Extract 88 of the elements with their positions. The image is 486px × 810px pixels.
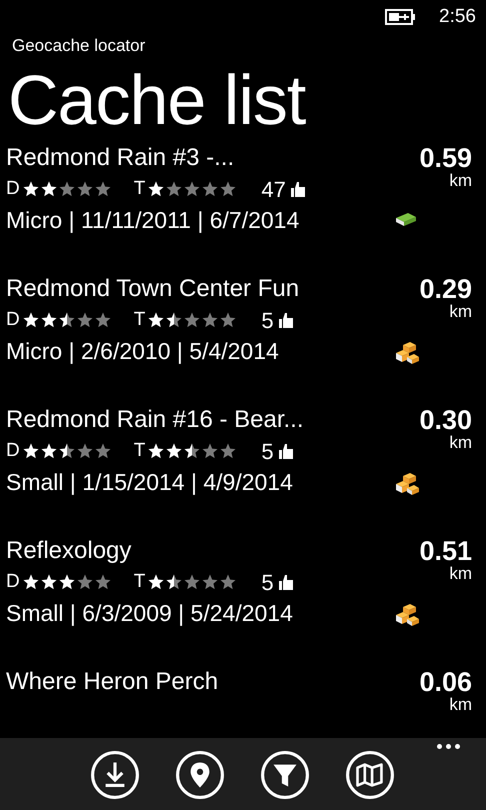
star-icon — [201, 180, 220, 198]
rating-label: T — [134, 308, 146, 332]
star-icon — [76, 442, 94, 460]
likes-count: 5 — [261, 568, 274, 596]
star-icon — [22, 573, 40, 591]
star-icon — [22, 442, 40, 460]
star-icon — [201, 311, 220, 329]
cache-name[interactable]: Redmond Rain #3 -... — [6, 142, 372, 174]
distance-unit: km — [449, 303, 472, 321]
page-title: Cache list — [7, 60, 307, 141]
rating-label: T — [134, 438, 146, 463]
rating-label: T — [134, 176, 146, 201]
star-icon — [76, 311, 94, 329]
distance-unit: km — [449, 696, 472, 714]
star-icon — [183, 180, 202, 198]
star-icon — [76, 573, 94, 591]
rating-label: T — [134, 570, 146, 594]
star-icon — [147, 573, 166, 591]
star-icon — [94, 573, 112, 591]
star-icon — [58, 311, 76, 329]
star-icon — [58, 180, 76, 198]
cache-name[interactable]: Reflexology — [6, 535, 372, 567]
distance-value: 0.59 — [419, 144, 472, 172]
star-icon — [40, 311, 58, 329]
status-time: 2:56 — [439, 4, 476, 29]
star-icon — [183, 573, 202, 591]
distance-value: 0.30 — [419, 406, 472, 434]
star-icon — [94, 311, 112, 329]
distance-value: 0.51 — [419, 537, 472, 565]
star-icon — [219, 573, 238, 591]
distance-value: 0.06 — [419, 668, 472, 696]
star-icon — [76, 180, 94, 198]
likes-count: 47 — [261, 176, 286, 204]
star-icon — [22, 311, 40, 329]
stacked-boxes-icon — [394, 341, 420, 365]
cache-details: Micro | 2/6/2010 | 5/4/2014 — [6, 337, 280, 366]
star-icon — [147, 180, 166, 198]
app-title: Geocache locator — [11, 35, 146, 57]
star-icon — [22, 180, 40, 198]
star-icon — [165, 442, 184, 460]
star-icon — [40, 442, 58, 460]
rating-label: D — [6, 308, 20, 332]
star-icon — [165, 180, 184, 198]
cache-box-icon — [394, 210, 418, 228]
distance-unit: km — [449, 434, 472, 452]
cache-details: Small | 1/15/2014 | 4/9/2014 — [6, 468, 294, 497]
thumbs-up-icon — [278, 312, 294, 328]
cache-name[interactable]: Redmond Town Center Fun — [6, 273, 372, 305]
star-icon — [201, 442, 220, 460]
more-options-button[interactable] — [435, 742, 462, 751]
cache-details: Micro | 11/11/2011 | 6/7/2014 — [6, 206, 300, 235]
star-icon — [147, 311, 166, 329]
filter-icon-button[interactable] — [260, 750, 310, 800]
thumbs-up-icon — [278, 442, 294, 460]
location-pin-icon-button[interactable] — [175, 750, 225, 800]
distance-unit: km — [449, 565, 472, 583]
star-icon — [219, 442, 238, 460]
rating-label: D — [6, 438, 20, 463]
cache-name[interactable]: Redmond Rain #16 - Bear... — [6, 404, 372, 436]
star-icon — [147, 442, 166, 460]
cache-details: Small | 6/3/2009 | 5/24/2014 — [6, 599, 294, 628]
star-icon — [219, 311, 238, 329]
stacked-boxes-icon — [394, 472, 420, 496]
star-icon — [165, 573, 184, 591]
star-icon — [183, 311, 202, 329]
star-icon — [165, 311, 184, 329]
star-icon — [94, 180, 112, 198]
map-icon-button[interactable] — [345, 750, 395, 800]
distance-value: 0.29 — [419, 275, 472, 303]
star-icon — [58, 573, 76, 591]
star-icon — [183, 442, 202, 460]
star-icon — [58, 442, 76, 460]
cache-name[interactable]: Where Heron Perch — [6, 666, 372, 698]
rating-label: D — [6, 570, 20, 594]
likes-count: 5 — [261, 306, 274, 334]
battery-charging-icon — [385, 8, 418, 26]
star-icon — [94, 442, 112, 460]
stacked-boxes-icon — [394, 603, 420, 627]
distance-unit: km — [449, 172, 472, 190]
star-icon — [40, 573, 58, 591]
star-icon — [219, 180, 238, 198]
thumbs-up-icon — [290, 180, 306, 198]
star-icon — [40, 180, 58, 198]
star-icon — [201, 573, 220, 591]
rating-label: D — [6, 176, 20, 201]
likes-count: 5 — [261, 438, 274, 466]
thumbs-up-icon — [278, 574, 294, 590]
download-icon-button[interactable] — [90, 750, 140, 800]
